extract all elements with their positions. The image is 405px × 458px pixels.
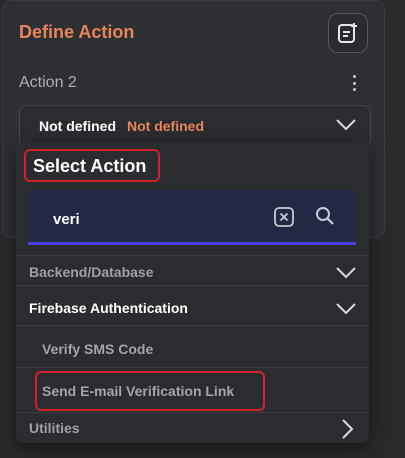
popup-title-highlight: Select Action	[24, 149, 160, 182]
action-item-label: Send E-mail Verification Link	[42, 383, 235, 399]
action-type-select[interactable]: Not defined Not defined	[19, 105, 371, 147]
panel-title: Define Action	[19, 22, 135, 42]
section-label: Backend/Database	[29, 264, 154, 280]
section-label: Utilities	[29, 420, 80, 436]
divider	[16, 255, 369, 256]
divider	[16, 325, 369, 326]
action-item-send-email-verification-link[interactable]: Send E-mail Verification Link	[16, 383, 369, 411]
action-name: Action 2	[19, 74, 77, 91]
divider	[16, 285, 369, 286]
section-backend-database[interactable]: Backend/Database	[16, 264, 369, 292]
chevron-down-icon	[336, 267, 356, 279]
add-note-button[interactable]	[328, 13, 368, 53]
section-utilities[interactable]: Utilities	[16, 419, 369, 444]
search-box	[28, 190, 356, 245]
chevron-down-icon	[336, 119, 356, 131]
action-item-verify-sms-code[interactable]: Verify SMS Code	[16, 341, 369, 369]
search-input[interactable]	[53, 209, 263, 229]
section-firebase-authentication[interactable]: Firebase Authentication	[16, 300, 369, 328]
search-focus-underline	[28, 242, 356, 245]
popup-title: Select Action	[33, 156, 147, 176]
chevron-right-icon	[342, 419, 354, 439]
search-icon[interactable]	[314, 205, 336, 227]
divider	[16, 412, 369, 413]
select-status: Not defined	[127, 118, 204, 134]
clear-search-icon[interactable]	[273, 206, 295, 228]
add-note-icon	[338, 23, 357, 43]
section-label: Firebase Authentication	[29, 300, 188, 316]
chevron-down-icon	[336, 303, 356, 315]
select-action-popup: Select Action Backend/Database Firebase …	[16, 142, 369, 443]
action-item-label: Verify SMS Code	[42, 341, 154, 357]
divider	[16, 367, 369, 368]
more-options-icon[interactable]	[348, 73, 360, 93]
select-label: Not defined	[39, 118, 116, 134]
